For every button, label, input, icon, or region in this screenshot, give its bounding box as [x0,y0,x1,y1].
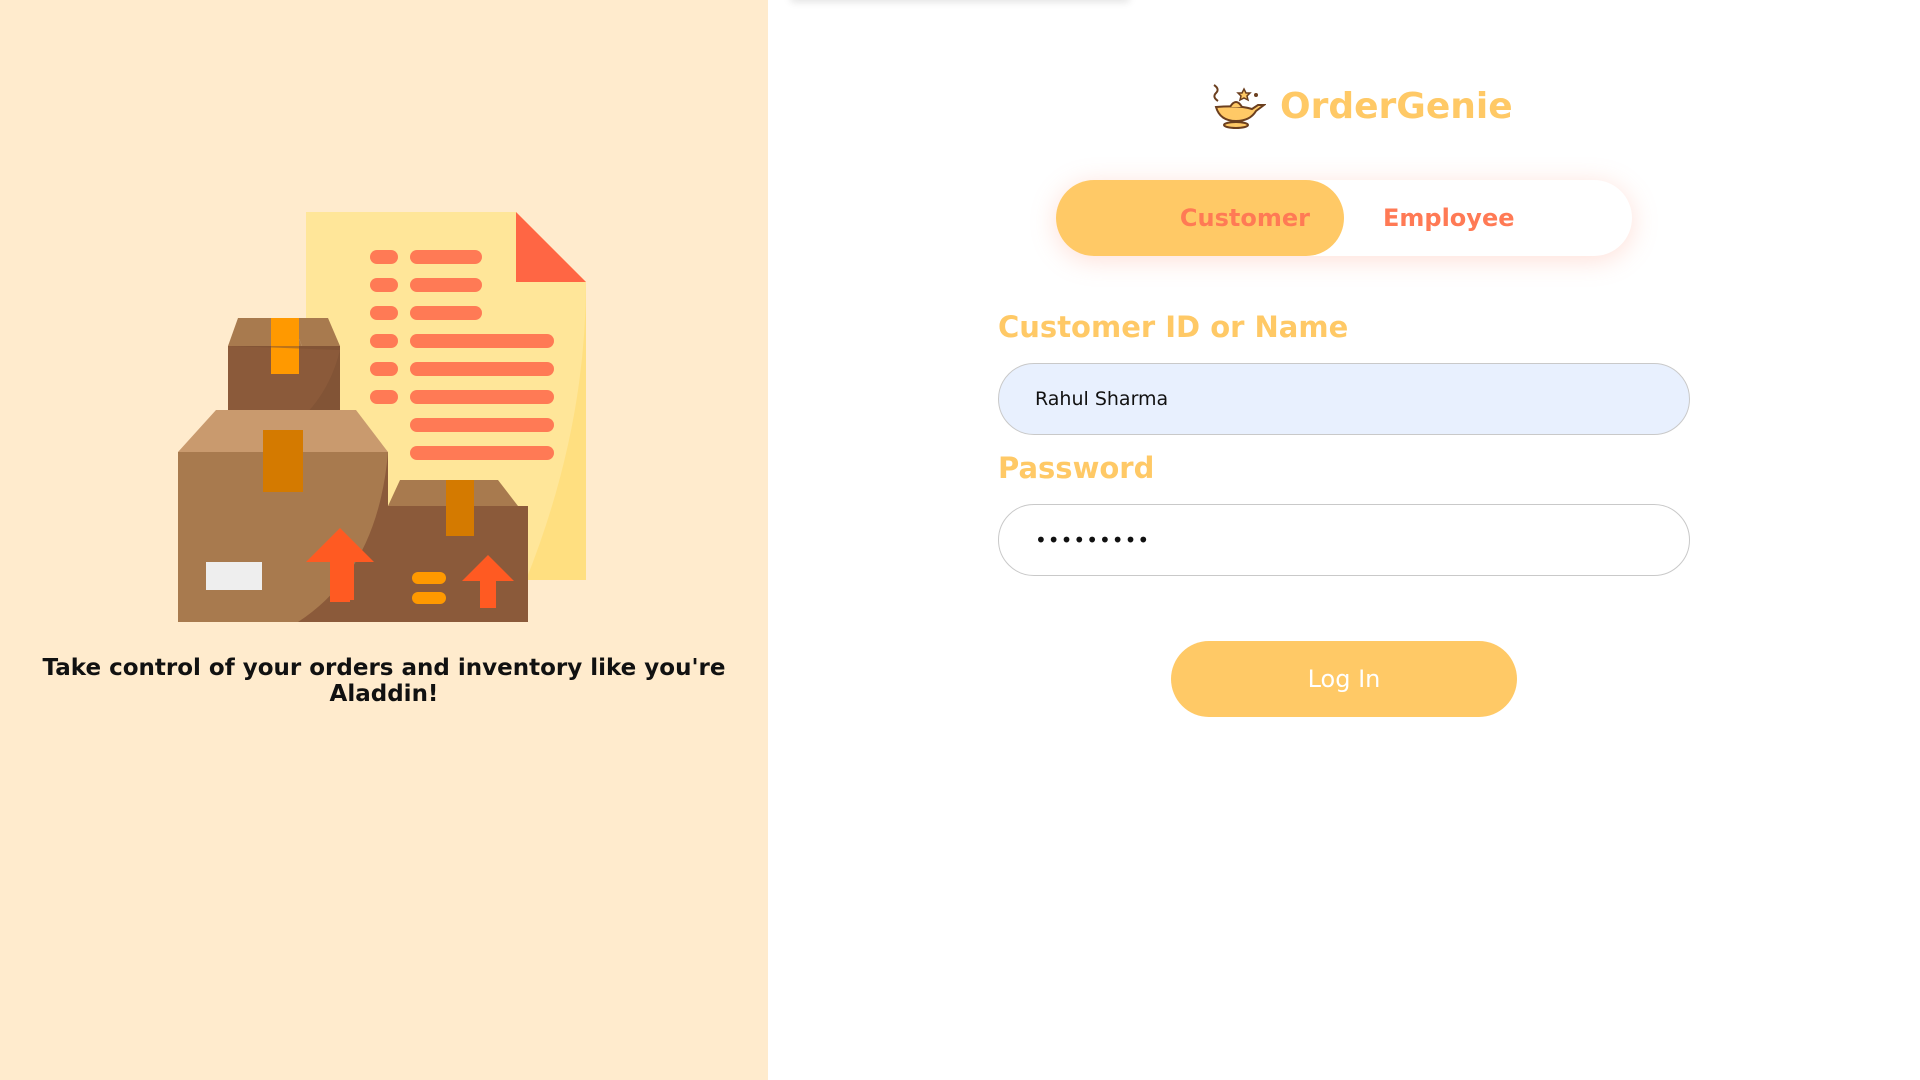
hero-tagline: Take control of your orders and inventor… [42,655,726,707]
tab-employee[interactable]: Employee [1344,180,1632,256]
hero-panel: Take control of your orders and inventor… [0,0,768,1080]
large-box [178,410,388,622]
medium-box [388,480,528,622]
customer-id-label: Customer ID or Name [998,310,1349,344]
password-label: Password [998,451,1155,485]
login-button[interactable]: Log In [1171,641,1517,717]
boxes-and-document-illustration [178,212,586,622]
brand-header: OrderGenie [1210,78,1513,134]
app-name: OrderGenie [1280,85,1513,127]
password-input[interactable] [998,504,1690,576]
tab-customer[interactable]: Customer [1056,180,1344,256]
role-toggle: Customer Employee [1056,180,1632,256]
genie-lamp-icon [1213,84,1266,129]
customer-id-input[interactable] [998,363,1690,435]
